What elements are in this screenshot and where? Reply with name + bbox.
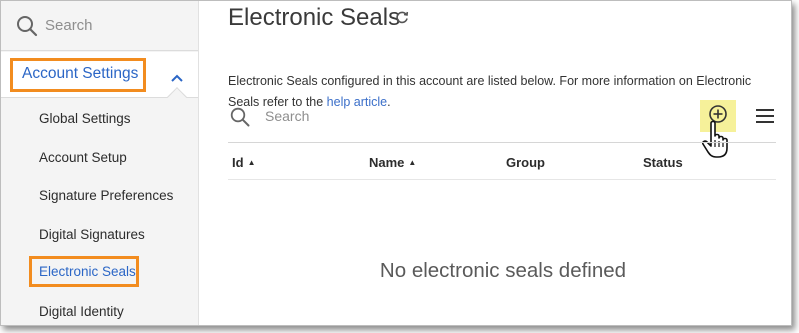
sort-asc-icon: ▲ xyxy=(247,158,256,167)
sidebar-item-digital-signatures[interactable]: Digital Signatures xyxy=(39,227,145,242)
sidebar: Search Account Settings Global Settings … xyxy=(1,1,199,325)
column-header-group[interactable]: Group xyxy=(506,155,545,170)
hamburger-menu-icon[interactable] xyxy=(755,108,775,129)
empty-state: No electronic seals defined xyxy=(200,259,791,283)
page-title: Electronic Seals xyxy=(228,4,401,31)
table-header: Id ▲ Name ▲ Group Status xyxy=(228,142,776,180)
sidebar-item-account-setup[interactable]: Account Setup xyxy=(39,150,127,165)
table-search-input[interactable] xyxy=(265,108,565,124)
search-icon xyxy=(230,107,250,132)
sidebar-item-signature-preferences[interactable]: Signature Preferences xyxy=(39,188,173,203)
sidebar-search[interactable]: Search xyxy=(1,1,198,51)
column-label: Group xyxy=(506,155,545,170)
column-label: Name xyxy=(369,155,405,170)
column-label: Id xyxy=(232,155,244,170)
sidebar-item-electronic-seals[interactable]: Electronic Seals xyxy=(29,256,139,287)
empty-message: No electronic seals defined xyxy=(379,259,627,282)
refresh-icon[interactable] xyxy=(395,10,409,29)
description-text: Electronic Seals configured in this acco… xyxy=(228,74,752,109)
search-icon xyxy=(16,15,38,42)
account-settings-section[interactable]: Account Settings xyxy=(1,52,198,98)
chevron-up-icon[interactable] xyxy=(171,69,183,87)
column-header-status[interactable]: Status xyxy=(643,155,683,170)
sidebar-item-digital-identity[interactable]: Digital Identity xyxy=(39,304,124,319)
column-header-name[interactable]: Name ▲ xyxy=(369,155,416,170)
sort-asc-icon: ▲ xyxy=(408,158,417,167)
table-search xyxy=(230,106,670,130)
column-header-id[interactable]: Id ▲ xyxy=(232,155,255,170)
column-label: Status xyxy=(643,155,683,170)
app-window: Search Account Settings Global Settings … xyxy=(0,0,792,326)
sidebar-search-placeholder: Search xyxy=(45,17,93,34)
account-settings-label[interactable]: Account Settings xyxy=(10,58,146,92)
main-content: Electronic Seals Electronic Seals config… xyxy=(200,1,791,325)
sidebar-item-global-settings[interactable]: Global Settings xyxy=(39,111,131,126)
